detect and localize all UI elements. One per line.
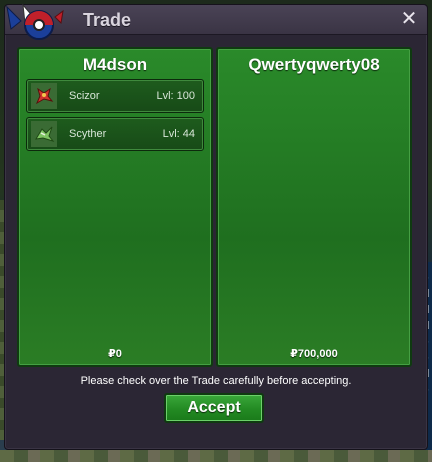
pokemon-name: Scizor [69, 90, 100, 102]
player-name-left: M4dson [82, 55, 148, 74]
player-name-right: Qwertyqwerty08 [248, 55, 380, 74]
pokemon-level: Lvl: 44 [162, 128, 195, 140]
close-icon[interactable]: ✕ [399, 8, 419, 30]
my-offer-panel: M4dson Scizor Lvl: 100 Scyther Lvl: 44 ₽… [17, 47, 213, 367]
pokemon-level: Lvl: 100 [156, 90, 195, 102]
money-left: ₽0 [108, 348, 122, 360]
title-bar[interactable]: Trade ✕ [5, 5, 427, 35]
money-right: ₽700,000 [290, 348, 338, 360]
list-item[interactable]: Scizor Lvl: 100 [26, 79, 204, 113]
window-title: Trade [83, 10, 132, 30]
pokeball-logo-icon [6, 3, 64, 40]
accept-button[interactable]: Accept [164, 393, 264, 423]
scyther-icon [31, 121, 57, 147]
trade-window: Trade ✕ M4dson Scizor Lvl: 100 Scyther L… [4, 3, 428, 450]
their-offer-panel: Qwertyqwerty08 ₽700,000 [216, 47, 412, 367]
list-item[interactable]: Scyther Lvl: 44 [26, 117, 204, 151]
scizor-icon [31, 83, 57, 109]
pokemon-name: Scyther [69, 128, 107, 140]
game-world-ground [0, 450, 432, 462]
trade-notice: Please check over the Trade carefully be… [80, 375, 352, 387]
